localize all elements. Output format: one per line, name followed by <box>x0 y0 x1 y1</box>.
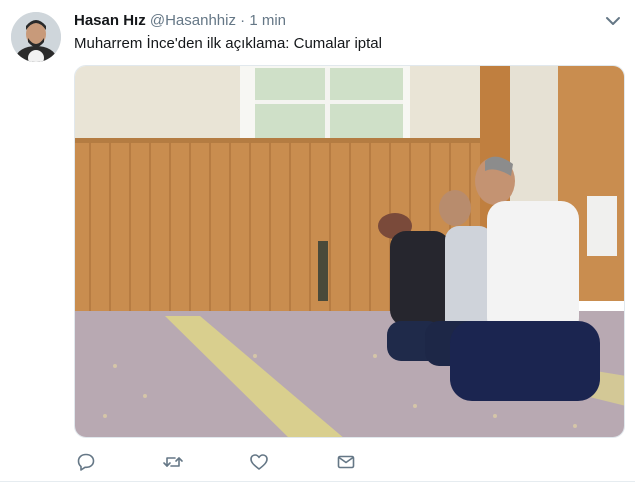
envelope-icon[interactable] <box>336 452 356 472</box>
chevron-down-icon[interactable] <box>604 12 622 30</box>
tweet-actions <box>0 452 635 472</box>
time-separator: · <box>240 12 246 29</box>
mosque-prayer-photo <box>75 66 624 437</box>
avatar[interactable] <box>11 12 61 62</box>
tweet-divider <box>0 481 635 482</box>
timestamp[interactable]: 1 min <box>249 12 286 29</box>
tweet[interactable]: Hasan Hız @Hasanhhiz · 1 min Muharrem İn… <box>0 0 635 484</box>
tweet-text: Muharrem İnce'den ilk açıklama: Cumalar … <box>74 35 382 52</box>
author-handle[interactable]: @Hasanhhiz <box>150 12 236 29</box>
avatar-image <box>11 12 61 62</box>
author-name[interactable]: Hasan Hız <box>74 12 146 29</box>
retweet-icon[interactable] <box>162 452 183 472</box>
tweet-photo[interactable] <box>74 65 625 438</box>
reply-icon[interactable] <box>76 452 96 472</box>
heart-icon[interactable] <box>249 452 269 472</box>
tweet-header: Hasan Hız @Hasanhhiz · 1 min <box>74 11 286 31</box>
